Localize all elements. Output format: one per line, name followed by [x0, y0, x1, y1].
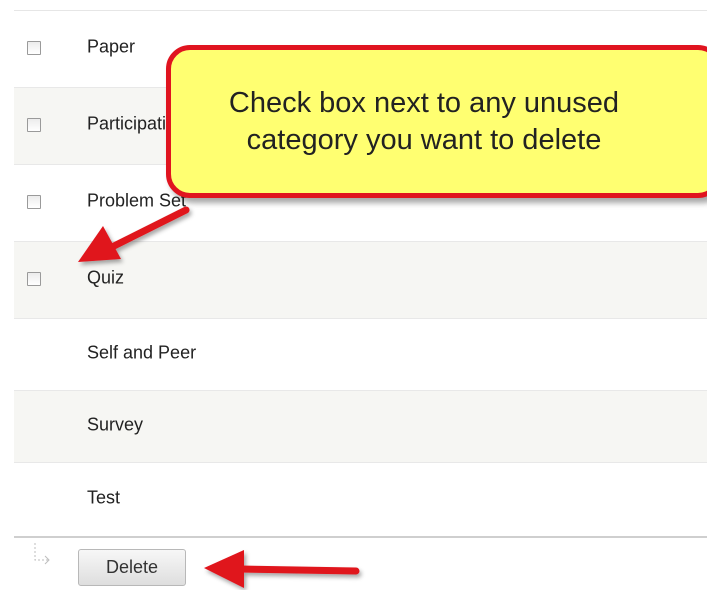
instruction-callout: Check box next to any unused category yo…: [166, 45, 707, 198]
table-bottom-divider: [14, 536, 707, 538]
delete-button[interactable]: Delete: [78, 549, 186, 586]
row-checkbox[interactable]: [27, 272, 41, 286]
callout-text: Check box next to any unused category yo…: [228, 86, 620, 156]
table-row: Survey: [14, 391, 707, 463]
row-checkbox[interactable]: [27, 41, 41, 55]
category-label: Self and Peer: [87, 341, 197, 362]
tree-connector-icon: [34, 543, 50, 565]
category-label: Quiz: [87, 267, 125, 288]
row-checkbox[interactable]: [27, 118, 41, 132]
row-checkbox[interactable]: [27, 195, 41, 209]
category-label: Test: [87, 486, 121, 507]
category-label: Paper: [87, 36, 136, 57]
table-row: Self and Peer: [14, 319, 707, 391]
arrow-to-delete-button-icon: [204, 550, 360, 588]
category-label: Problem Set: [87, 190, 187, 211]
table-row: Test: [14, 463, 707, 536]
table-row: Quiz: [14, 242, 707, 319]
category-label: Survey: [87, 413, 144, 434]
